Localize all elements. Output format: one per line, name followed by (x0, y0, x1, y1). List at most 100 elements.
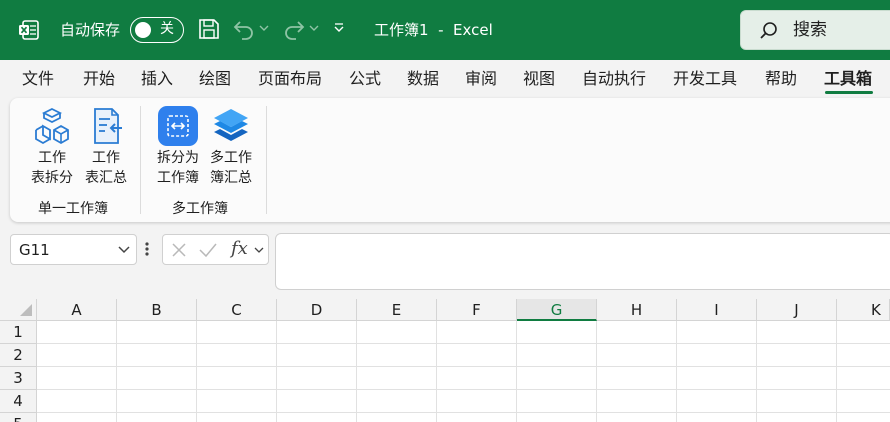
cell[interactable] (117, 344, 197, 367)
split-to-workbook-button[interactable]: 拆分为 工作簿 (153, 98, 203, 188)
cell[interactable] (517, 390, 597, 413)
name-box-dropdown-icon[interactable] (118, 246, 130, 254)
name-box[interactable]: G11 (10, 234, 137, 265)
cell[interactable] (597, 390, 677, 413)
cell[interactable] (37, 390, 117, 413)
cell[interactable] (677, 321, 757, 344)
column-header-d[interactable]: D (277, 299, 357, 321)
cell[interactable] (117, 367, 197, 390)
select-all-button[interactable] (0, 299, 37, 321)
more-options-icon[interactable] (143, 238, 151, 260)
cell[interactable] (437, 367, 517, 390)
cell[interactable] (837, 390, 890, 413)
cell[interactable] (37, 344, 117, 367)
cell[interactable] (437, 413, 517, 422)
merge-worksheet-button[interactable]: 工作 表汇总 (81, 98, 131, 188)
cell[interactable] (597, 344, 677, 367)
cell[interactable] (437, 390, 517, 413)
row-header-2[interactable]: 2 (0, 344, 37, 367)
row-header-1[interactable]: 1 (0, 321, 37, 344)
cell[interactable] (837, 344, 890, 367)
cell[interactable] (437, 344, 517, 367)
cell[interactable] (517, 413, 597, 422)
cell[interactable] (757, 321, 837, 344)
tab-review[interactable]: 审阅 (465, 69, 497, 89)
tab-insert[interactable]: 插入 (141, 69, 173, 89)
customize-toolbar-icon[interactable] (333, 22, 345, 34)
tab-page-layout[interactable]: 页面布局 (258, 69, 322, 89)
tab-formulas[interactable]: 公式 (349, 69, 381, 89)
cell[interactable] (37, 367, 117, 390)
cell[interactable] (837, 367, 890, 390)
cell[interactable] (437, 321, 517, 344)
search-box[interactable]: 搜索 (740, 10, 890, 50)
formula-input[interactable] (275, 233, 890, 290)
split-worksheet-button[interactable]: 工作 表拆分 (27, 98, 77, 188)
cell[interactable] (197, 367, 277, 390)
cell[interactable] (677, 413, 757, 422)
column-header-e[interactable]: E (357, 299, 437, 321)
tab-view[interactable]: 视图 (523, 69, 555, 89)
cell[interactable] (677, 367, 757, 390)
cell[interactable] (357, 413, 437, 422)
cell[interactable] (277, 367, 357, 390)
merge-workbooks-button[interactable]: 多工作 簿汇总 (206, 98, 256, 188)
cell[interactable] (517, 344, 597, 367)
cell[interactable] (197, 413, 277, 422)
cell[interactable] (117, 321, 197, 344)
tab-toolbox[interactable]: 工具箱 (824, 69, 872, 89)
cell[interactable] (597, 413, 677, 422)
autosave-toggle[interactable]: 关 (130, 17, 184, 43)
cell[interactable] (517, 321, 597, 344)
enter-check-icon[interactable] (198, 241, 218, 259)
tab-developer[interactable]: 开发工具 (673, 69, 737, 89)
redo-icon[interactable] (282, 17, 306, 41)
cell[interactable] (837, 413, 890, 422)
redo-dropdown-icon[interactable] (309, 24, 319, 32)
cell[interactable] (357, 321, 437, 344)
cell[interactable] (117, 390, 197, 413)
cell[interactable] (197, 344, 277, 367)
cell[interactable] (677, 390, 757, 413)
cell[interactable] (277, 344, 357, 367)
cell[interactable] (117, 413, 197, 422)
fx-dropdown-icon[interactable] (254, 247, 264, 255)
cell[interactable] (597, 367, 677, 390)
cell[interactable] (517, 367, 597, 390)
undo-dropdown-icon[interactable] (259, 24, 269, 32)
tab-draw[interactable]: 绘图 (199, 69, 231, 89)
cell[interactable] (277, 321, 357, 344)
undo-icon[interactable] (232, 17, 256, 41)
cell[interactable] (757, 367, 837, 390)
cell[interactable] (357, 367, 437, 390)
cell[interactable] (277, 390, 357, 413)
save-icon[interactable] (197, 17, 221, 41)
column-header-a[interactable]: A (37, 299, 117, 321)
row-header-5[interactable]: 5 (0, 413, 37, 422)
cell[interactable] (757, 344, 837, 367)
cell[interactable] (757, 413, 837, 422)
column-header-f[interactable]: F (437, 299, 517, 321)
cancel-icon[interactable] (170, 241, 188, 259)
column-header-i[interactable]: I (677, 299, 757, 321)
insert-function-button[interactable]: fx (231, 237, 248, 261)
column-header-b[interactable]: B (117, 299, 197, 321)
column-header-j[interactable]: J (757, 299, 837, 321)
cell[interactable] (277, 413, 357, 422)
tab-home[interactable]: 开始 (83, 69, 115, 89)
column-header-g[interactable]: G (517, 299, 597, 321)
cell[interactable] (597, 321, 677, 344)
row-header-3[interactable]: 3 (0, 367, 37, 390)
cell[interactable] (197, 390, 277, 413)
column-header-c[interactable]: C (197, 299, 277, 321)
cell[interactable] (357, 390, 437, 413)
cell[interactable] (37, 321, 117, 344)
cell[interactable] (357, 344, 437, 367)
tab-automate[interactable]: 自动执行 (582, 69, 646, 89)
cell[interactable] (197, 321, 277, 344)
cell[interactable] (837, 321, 890, 344)
column-header-h[interactable]: H (597, 299, 677, 321)
cell[interactable] (37, 413, 117, 422)
column-header-k[interactable]: K (837, 299, 890, 321)
cell[interactable] (677, 344, 757, 367)
